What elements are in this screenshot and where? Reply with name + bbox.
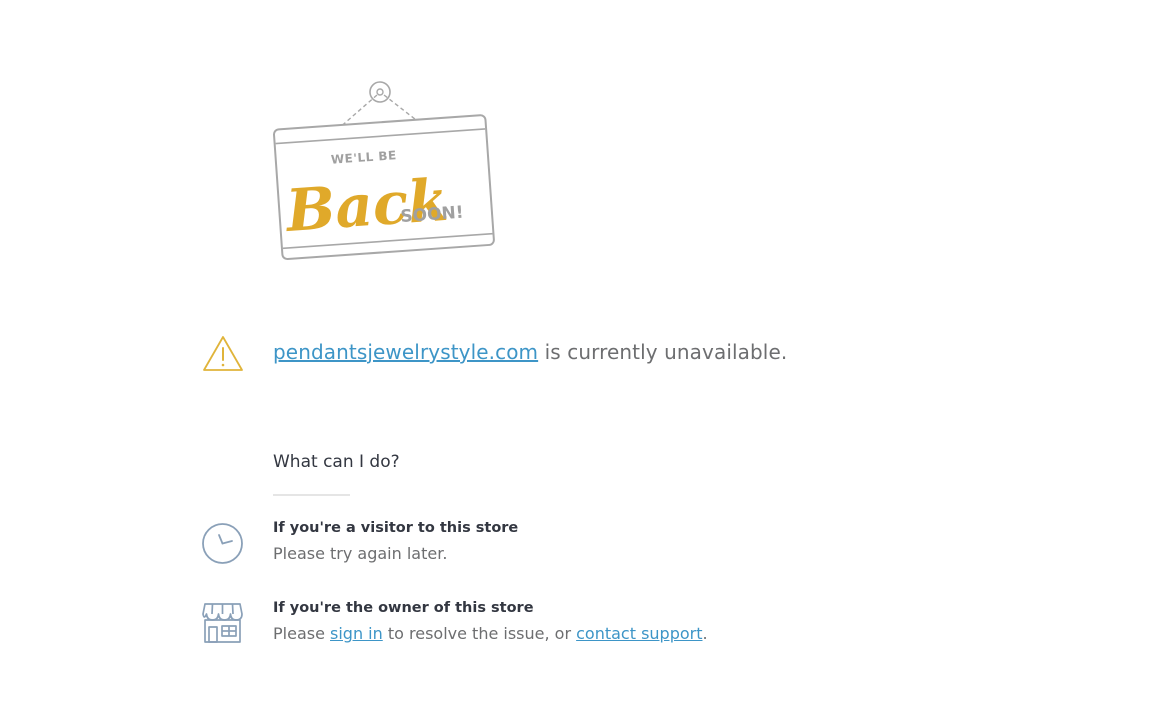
visitor-heading: If you're a visitor to this store	[273, 520, 519, 536]
unavailable-message: pendantsjewelrystyle.com is currently un…	[273, 340, 787, 364]
sign-in-link[interactable]: sign in	[330, 624, 383, 643]
visitor-instructions: Please try again later.	[273, 544, 448, 563]
owner-text-after: .	[702, 624, 708, 643]
owner-text-before: Please	[273, 624, 331, 643]
section-title: What can I do?	[273, 452, 400, 472]
sign-board: WE'LL BE Back SOON!	[272, 114, 495, 261]
contact-support-link[interactable]: contact support	[576, 624, 702, 643]
owner-instructions: Please sign in to resolve the issue, or …	[273, 624, 708, 643]
warning-triangle-icon	[203, 336, 243, 371]
owner-heading: If you're the owner of this store	[273, 600, 534, 616]
unavailable-text: is currently unavailable.	[538, 340, 788, 364]
owner-text-middle: to resolve the issue, or	[382, 624, 577, 643]
section-divider	[273, 494, 350, 496]
we-will-be-back-sign-illustration: WE'LL BE Back SOON!	[272, 81, 495, 261]
clock-icon	[202, 523, 243, 564]
storefront-icon	[202, 603, 243, 643]
unavailable-page: WE'LL BE Back SOON! pendantsjewelrystyle…	[0, 0, 1160, 724]
store-domain-link[interactable]: pendantsjewelrystyle.com	[273, 340, 538, 364]
